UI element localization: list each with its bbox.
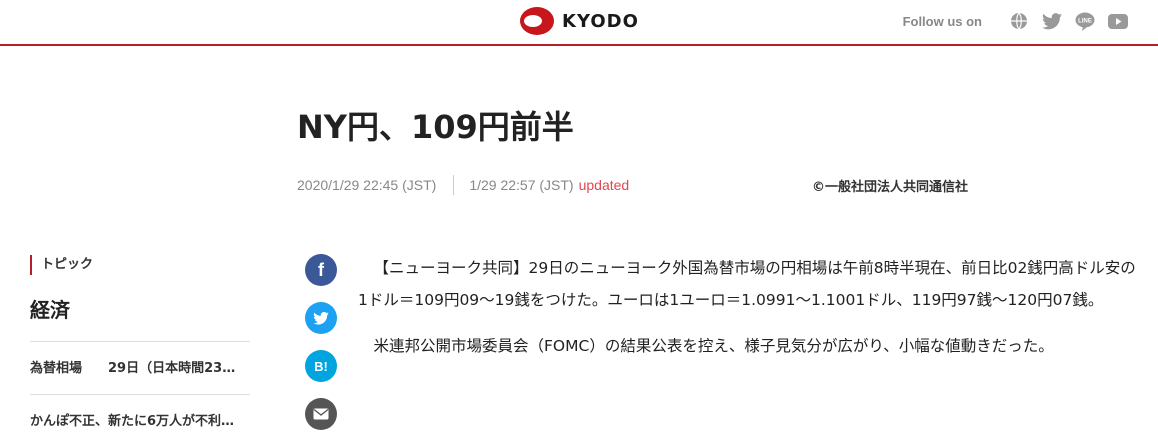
topic-list-item[interactable]: かんぽ不正、新たに6万人が不利… — [30, 395, 250, 434]
share-buttons: f B! — [305, 254, 337, 434]
topic-list-item[interactable]: 為替相場 29日（日本時間23… — [30, 342, 250, 395]
topic-sidebar: トピック 経済 為替相場 29日（日本時間23… かんぽ不正、新たに6万人が不利… — [30, 255, 250, 434]
site-header: KYODO Follow us on LINE — [0, 0, 1158, 46]
updated-time: 1/29 22:57 (JST) — [469, 177, 574, 193]
article-paragraph: 米連邦公開市場委員会（FOMC）の結果公表を控え、様子見気分が広がり、小幅な値動… — [373, 337, 1054, 355]
follow-us: Follow us on LINE — [903, 10, 1128, 32]
article-meta: 2020/1/29 22:45 (JST) 1/29 22:57 (JST) u… — [297, 175, 630, 195]
topic-name[interactable]: 経済 — [30, 294, 250, 342]
hatena-bookmark-button[interactable]: B! — [305, 350, 337, 382]
line-icon-label: LINE — [1078, 18, 1092, 24]
article-title: NY円、109円前半 — [297, 108, 574, 146]
twitter-icon — [313, 311, 329, 325]
facebook-icon: f — [318, 259, 324, 280]
meta-divider — [453, 175, 455, 195]
topic-item-headline: 29日（日本時間23… — [108, 361, 236, 376]
line-icon[interactable]: LINE — [1075, 11, 1095, 31]
mail-share-button[interactable] — [305, 398, 337, 430]
facebook-share-button[interactable]: f — [305, 254, 337, 286]
topic-item-headline: かんぽ不正、新たに6万人が不利… — [30, 414, 235, 429]
youtube-icon[interactable] — [1108, 11, 1128, 31]
globe-icon[interactable] — [1009, 11, 1029, 31]
twitter-share-button[interactable] — [305, 302, 337, 334]
article-body: 【ニューヨーク共同】29日のニューヨーク外国為替市場の円相場は午前8時半現在、前… — [358, 252, 1138, 376]
twitter-icon[interactable] — [1042, 11, 1062, 31]
follow-label: Follow us on — [902, 13, 982, 29]
logo-text: KYODO — [562, 10, 639, 32]
hatena-icon: B! — [314, 358, 328, 374]
published-time: 2020/1/29 22:45 (JST) — [297, 177, 437, 193]
topic-label: トピック — [30, 255, 250, 275]
article-paragraph: 【ニューヨーク共同】29日のニューヨーク外国為替市場の円相場は午前8時半現在、前… — [358, 259, 1136, 309]
updated-label: updated — [578, 177, 630, 193]
kyodo-logo[interactable]: KYODO — [520, 6, 639, 36]
copyright: ©一般社団法人共同通信社 — [812, 180, 969, 195]
mail-icon — [313, 408, 329, 420]
kyodo-logo-mark-icon — [520, 6, 554, 36]
topic-item-category: 為替相場 — [30, 361, 83, 376]
